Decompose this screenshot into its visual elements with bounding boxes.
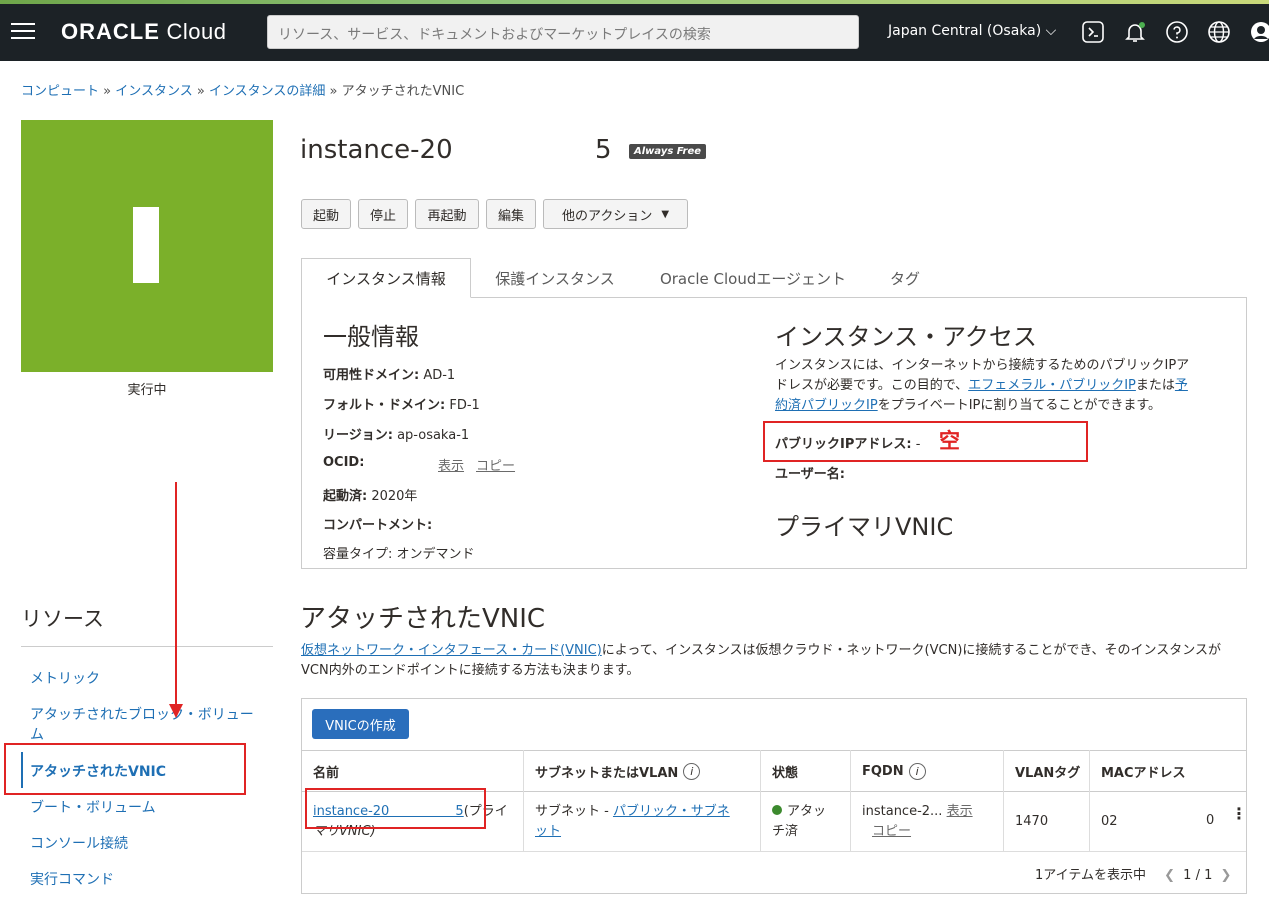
help-icon[interactable] — [1165, 20, 1189, 44]
info-icon[interactable]: i — [683, 762, 701, 780]
instance-letter-glyph — [133, 207, 159, 283]
ocid-copy-link[interactable]: コピー — [476, 455, 515, 474]
breadcrumb-current: アタッチされたVNIC — [341, 84, 465, 99]
reboot-button[interactable]: 再起動 — [415, 199, 479, 229]
edit-button[interactable]: 編集 — [486, 199, 536, 229]
column-divider — [1089, 750, 1090, 852]
column-header-mac[interactable]: MACアドレス — [1090, 750, 1246, 792]
chevron-left-icon[interactable]: ❮ — [1164, 868, 1175, 883]
ocid-show-link[interactable]: 表示 — [438, 455, 464, 474]
globe-icon[interactable] — [1207, 20, 1231, 44]
capacity-type-row: 容量タイプ: オンデマンド — [323, 547, 475, 562]
annotation-arrow-head — [169, 704, 183, 718]
breadcrumb-instance-details[interactable]: インスタンスの詳細 — [209, 84, 325, 99]
instance-access-description: インスタンスには、インターネットから接続するためのパブリックIPア ドレスが必要… — [775, 358, 1190, 413]
stop-button[interactable]: 停止 — [358, 199, 408, 229]
sidebar-item-run-commands[interactable]: 実行コマンド — [30, 869, 114, 889]
region-row: リージョン: ap-osaka-1 — [323, 428, 470, 443]
search-input[interactable]: リソース、サービス、ドキュメントおよびマーケットプレイスの検索 — [267, 15, 859, 49]
ocid-row: OCID: — [323, 455, 365, 470]
caret-down-icon: ▼ — [661, 208, 670, 220]
sidebar-item-boot-volume[interactable]: ブート・ボリューム — [30, 797, 156, 817]
column-header-state[interactable]: 状態 — [761, 750, 850, 792]
table-row-fqdn-cell: instance-2... 表示 コピー — [851, 792, 1003, 852]
subnet-link-cont[interactable]: ット — [535, 824, 561, 839]
username-row: ユーザー名: — [775, 467, 845, 482]
public-ip-highlight-box — [763, 421, 1088, 462]
sidebar-item-console-connections[interactable]: コンソール接続 — [30, 833, 128, 853]
tab-instance-info[interactable]: インスタンス情報 — [301, 258, 471, 298]
breadcrumb-instances[interactable]: インスタンス — [115, 84, 192, 99]
chevron-right-icon[interactable]: ❯ — [1221, 868, 1232, 883]
column-divider — [523, 750, 524, 852]
table-row-state-cell: アタッ チ済 — [761, 792, 850, 852]
column-header-name[interactable]: 名前 — [302, 750, 523, 792]
more-actions-button[interactable]: 他のアクション ▼ — [543, 199, 688, 229]
fqdn-copy-link[interactable]: コピー — [872, 824, 911, 839]
pagination: 1アイテムを表示中 ❮ 1 / 1 ❯ — [1035, 868, 1232, 883]
breadcrumb-compute[interactable]: コンピュート — [21, 84, 99, 99]
compartment-row: コンパートメント: — [323, 518, 433, 533]
page-indicator: 1 / 1 — [1183, 868, 1213, 883]
chevron-down-icon: ⌵ — [1045, 23, 1057, 39]
reserved-ip-link-1[interactable]: 予 — [1175, 378, 1188, 393]
info-icon[interactable]: i — [908, 762, 926, 780]
general-info-heading: 一般情報 — [323, 323, 419, 351]
reserved-ip-link-2[interactable]: 約済パブリックIP — [775, 398, 878, 413]
always-free-badge: Always Free — [629, 144, 707, 159]
sidebar-item-block-volumes[interactable]: アタッチされたブロック・ボリューム — [30, 705, 255, 745]
attached-vnic-heading: アタッチされたVNIC — [300, 604, 546, 634]
column-header-vlan-tag[interactable]: VLANタグ — [1004, 750, 1089, 792]
region-selector[interactable]: Japan Central (Osaka) ⌵ — [888, 23, 1056, 39]
oracle-cloud-logo[interactable]: ORACLE Cloud — [61, 19, 226, 45]
breadcrumb: コンピュート » インスタンス » インスタンスの詳細 » アタッチされたVNI… — [21, 84, 465, 99]
column-header-subnet[interactable]: サブネットまたはVLAN i — [524, 750, 760, 792]
fault-domain-row: フォルト・ドメイン: FD-1 — [323, 398, 480, 413]
table-row-vlan-cell: 1470 — [1004, 792, 1089, 852]
primary-vnic-heading: プライマリVNIC — [775, 513, 954, 541]
attached-vnic-description: 仮想ネットワーク・インタフェース・カード(VNIC)によって、インスタンスは仮想… — [301, 643, 1221, 678]
page-title-suffix: 5 — [595, 135, 612, 165]
table-row-mac-cell: 02 — [1090, 792, 1246, 852]
launched-row: 起動済: 2020年 — [323, 489, 418, 504]
column-divider — [1003, 750, 1004, 852]
availability-domain-row: 可用性ドメイン: AD-1 — [323, 368, 456, 383]
vnic-name-highlight-box — [305, 788, 486, 829]
tab-protected-instance[interactable]: 保護インスタンス — [476, 258, 634, 298]
instance-status-label: 実行中 — [127, 383, 167, 398]
column-header-fqdn[interactable]: FQDN i — [851, 750, 1003, 792]
tab-tags[interactable]: タグ — [875, 258, 935, 298]
status-dot-icon — [772, 804, 782, 815]
cloud-shell-icon[interactable] — [1081, 20, 1105, 44]
user-icon[interactable] — [1249, 20, 1269, 44]
bell-icon[interactable] — [1123, 20, 1147, 44]
fqdn-show-link[interactable]: 表示 — [947, 804, 973, 819]
ephemeral-ip-link[interactable]: エフェメラル・パブリックIP — [968, 378, 1136, 393]
sidebar-item-metrics[interactable]: メトリック — [30, 668, 100, 688]
subnet-link[interactable]: パブリック・サブネ — [613, 804, 730, 819]
column-divider — [850, 750, 851, 852]
annotation-arrow-line — [175, 482, 177, 708]
vnic-doc-link[interactable]: 仮想ネットワーク・インタフェース・カード(VNIC) — [301, 643, 602, 658]
attached-vnic-highlight-box — [4, 743, 246, 795]
row-actions-kebab-icon[interactable]: ⋮ — [1231, 806, 1247, 822]
create-vnic-button[interactable]: VNICの作成 — [312, 709, 409, 739]
menu-icon[interactable] — [11, 23, 35, 41]
resources-title: リソース — [21, 607, 104, 631]
instance-access-heading: インスタンス・アクセス — [775, 323, 1037, 351]
page-title: instance-20 — [300, 135, 453, 165]
resources-divider — [21, 646, 273, 647]
tab-oracle-cloud-agent[interactable]: Oracle Cloudエージェント — [646, 258, 860, 298]
mac-trailing-value: 0 — [1206, 813, 1215, 828]
column-divider — [760, 750, 761, 852]
start-button[interactable]: 起動 — [301, 199, 351, 229]
table-row-subnet-cell: サブネット - パブリック・サブネ ット — [524, 792, 760, 852]
